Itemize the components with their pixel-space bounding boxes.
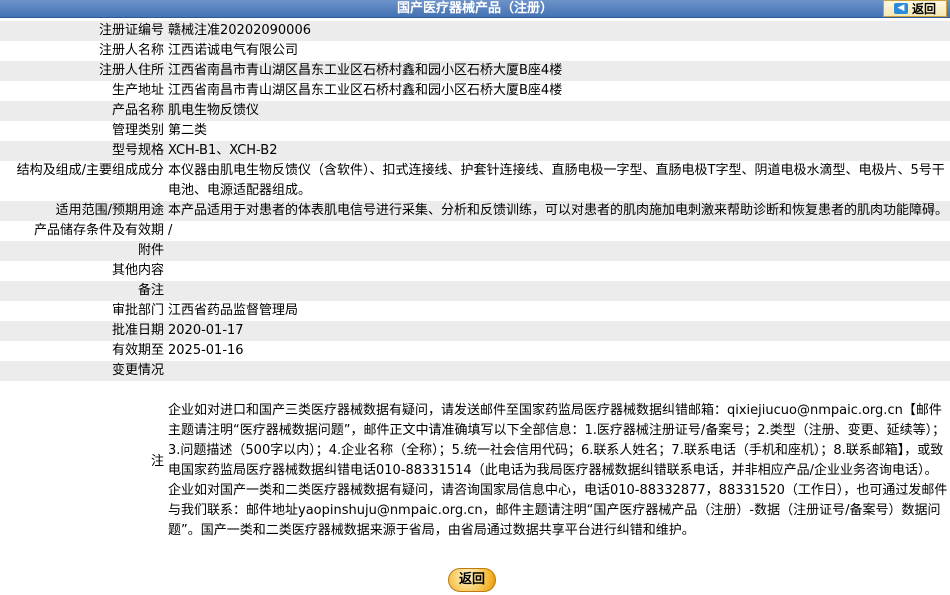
table-row: 生产地址 江西省南昌市青山湖区昌东工业区石桥村鑫和园小区石桥大厦B座4楼 [0, 81, 950, 101]
field-value: 江西省南昌市青山湖区昌东工业区石桥村鑫和园小区石桥大厦B座4楼 [166, 81, 950, 101]
field-label: 管理类别 [0, 121, 166, 141]
field-value [166, 281, 950, 301]
back-button-top-label: 返回 [911, 2, 936, 16]
field-value [166, 261, 950, 281]
field-label: 注册证编号 [0, 21, 166, 41]
table-row: 注册证编号 赣械注准20202090006 [0, 21, 950, 41]
field-label: 适用范围/预期用途 [0, 201, 166, 221]
detail-table: 注册证编号 赣械注准20202090006 注册人名称 江西诺诚电气有限公司 注册人住所… [0, 21, 950, 543]
table-row: 注册人住所 江西省南昌市青山湖区昌东工业区石桥村鑫和园小区石桥大厦B座4楼 [0, 61, 950, 81]
field-value: 企业如对进口和国产三类医疗器械数据有疑问，请发送邮件至国家药监局医疗器械数据纠错… [166, 381, 950, 543]
field-value [166, 361, 950, 381]
field-label: 型号规格 [0, 141, 166, 161]
field-value: 第二类 [166, 121, 950, 141]
table-row: 审批部门 江西省药品监督管理局 [0, 301, 950, 321]
field-value: 2025-01-16 [166, 341, 950, 361]
field-value: 赣械注准20202090006 [166, 21, 950, 41]
field-value [166, 241, 950, 261]
table-row: 有效期至 2025-01-16 [0, 341, 950, 361]
field-value: 2020-01-17 [166, 321, 950, 341]
field-value: 江西省南昌市青山湖区昌东工业区石桥村鑫和园小区石桥大厦B座4楼 [166, 61, 950, 81]
field-value: XCH-B1、XCH-B2 [166, 141, 950, 161]
field-label: 产品名称 [0, 101, 166, 121]
page-title: 国产医疗器械产品（注册） [396, 1, 553, 16]
field-value: 肌电生物反馈仪 [166, 101, 950, 121]
field-value: 江西省药品监督管理局 [166, 301, 950, 321]
table-row: 注企业如对进口和国产三类医疗器械数据有疑问，请发送邮件至国家药监局医疗器械数据纠… [0, 381, 950, 543]
table-row: 其他内容 [0, 261, 950, 281]
table-row: 附件 [0, 241, 950, 261]
field-value: / [166, 221, 950, 241]
field-label: 变更情况 [0, 361, 166, 381]
table-row: 批准日期 2020-01-17 [0, 321, 950, 341]
field-label: 批准日期 [0, 321, 166, 341]
back-button-bottom[interactable]: 返回 [448, 568, 496, 592]
field-label: 注册人住所 [0, 61, 166, 81]
back-arrow-icon: ◀ [893, 3, 908, 14]
field-value: 本产品适用于对患者的体表肌电信号进行采集、分析和反馈训练，可以对患者的肌肉施加电… [166, 201, 950, 221]
table-row: 适用范围/预期用途 本产品适用于对患者的体表肌电信号进行采集、分析和反馈训练，可以… [0, 201, 950, 221]
field-label: 备注 [0, 281, 166, 301]
field-value: 本仪器由肌电生物反馈仪（含软件）、扣式连接线、护套针连接线、直肠电极一字型、直肠… [166, 161, 950, 201]
back-button-top[interactable]: ◀ 返回 [883, 0, 947, 17]
field-label: 注 [0, 381, 166, 543]
table-row: 备注 [0, 281, 950, 301]
table-row: 结构及组成/主要组成成分 本仪器由肌电生物反馈仪（含软件）、扣式连接线、护套针连接… [0, 161, 950, 201]
field-label: 审批部门 [0, 301, 166, 321]
table-row: 产品名称 肌电生物反馈仪 [0, 101, 950, 121]
back-button-bottom-label: 返回 [458, 572, 485, 587]
field-label: 产品储存条件及有效期 [0, 221, 166, 241]
field-label: 附件 [0, 241, 166, 261]
field-label: 注册人名称 [0, 41, 166, 61]
field-label: 有效期至 [0, 341, 166, 361]
header-bar: 国产医疗器械产品（注册） ◀ 返回 [0, 0, 950, 18]
field-label: 生产地址 [0, 81, 166, 101]
field-label: 其他内容 [0, 261, 166, 281]
table-row: 产品储存条件及有效期 / [0, 221, 950, 241]
table-row: 管理类别 第二类 [0, 121, 950, 141]
field-value: 江西诺诚电气有限公司 [166, 41, 950, 61]
table-row: 型号规格 XCH-B1、XCH-B2 [0, 141, 950, 161]
table-row: 变更情况 [0, 361, 950, 381]
field-label: 结构及组成/主要组成成分 [0, 161, 166, 201]
table-row: 注册人名称 江西诺诚电气有限公司 [0, 41, 950, 61]
